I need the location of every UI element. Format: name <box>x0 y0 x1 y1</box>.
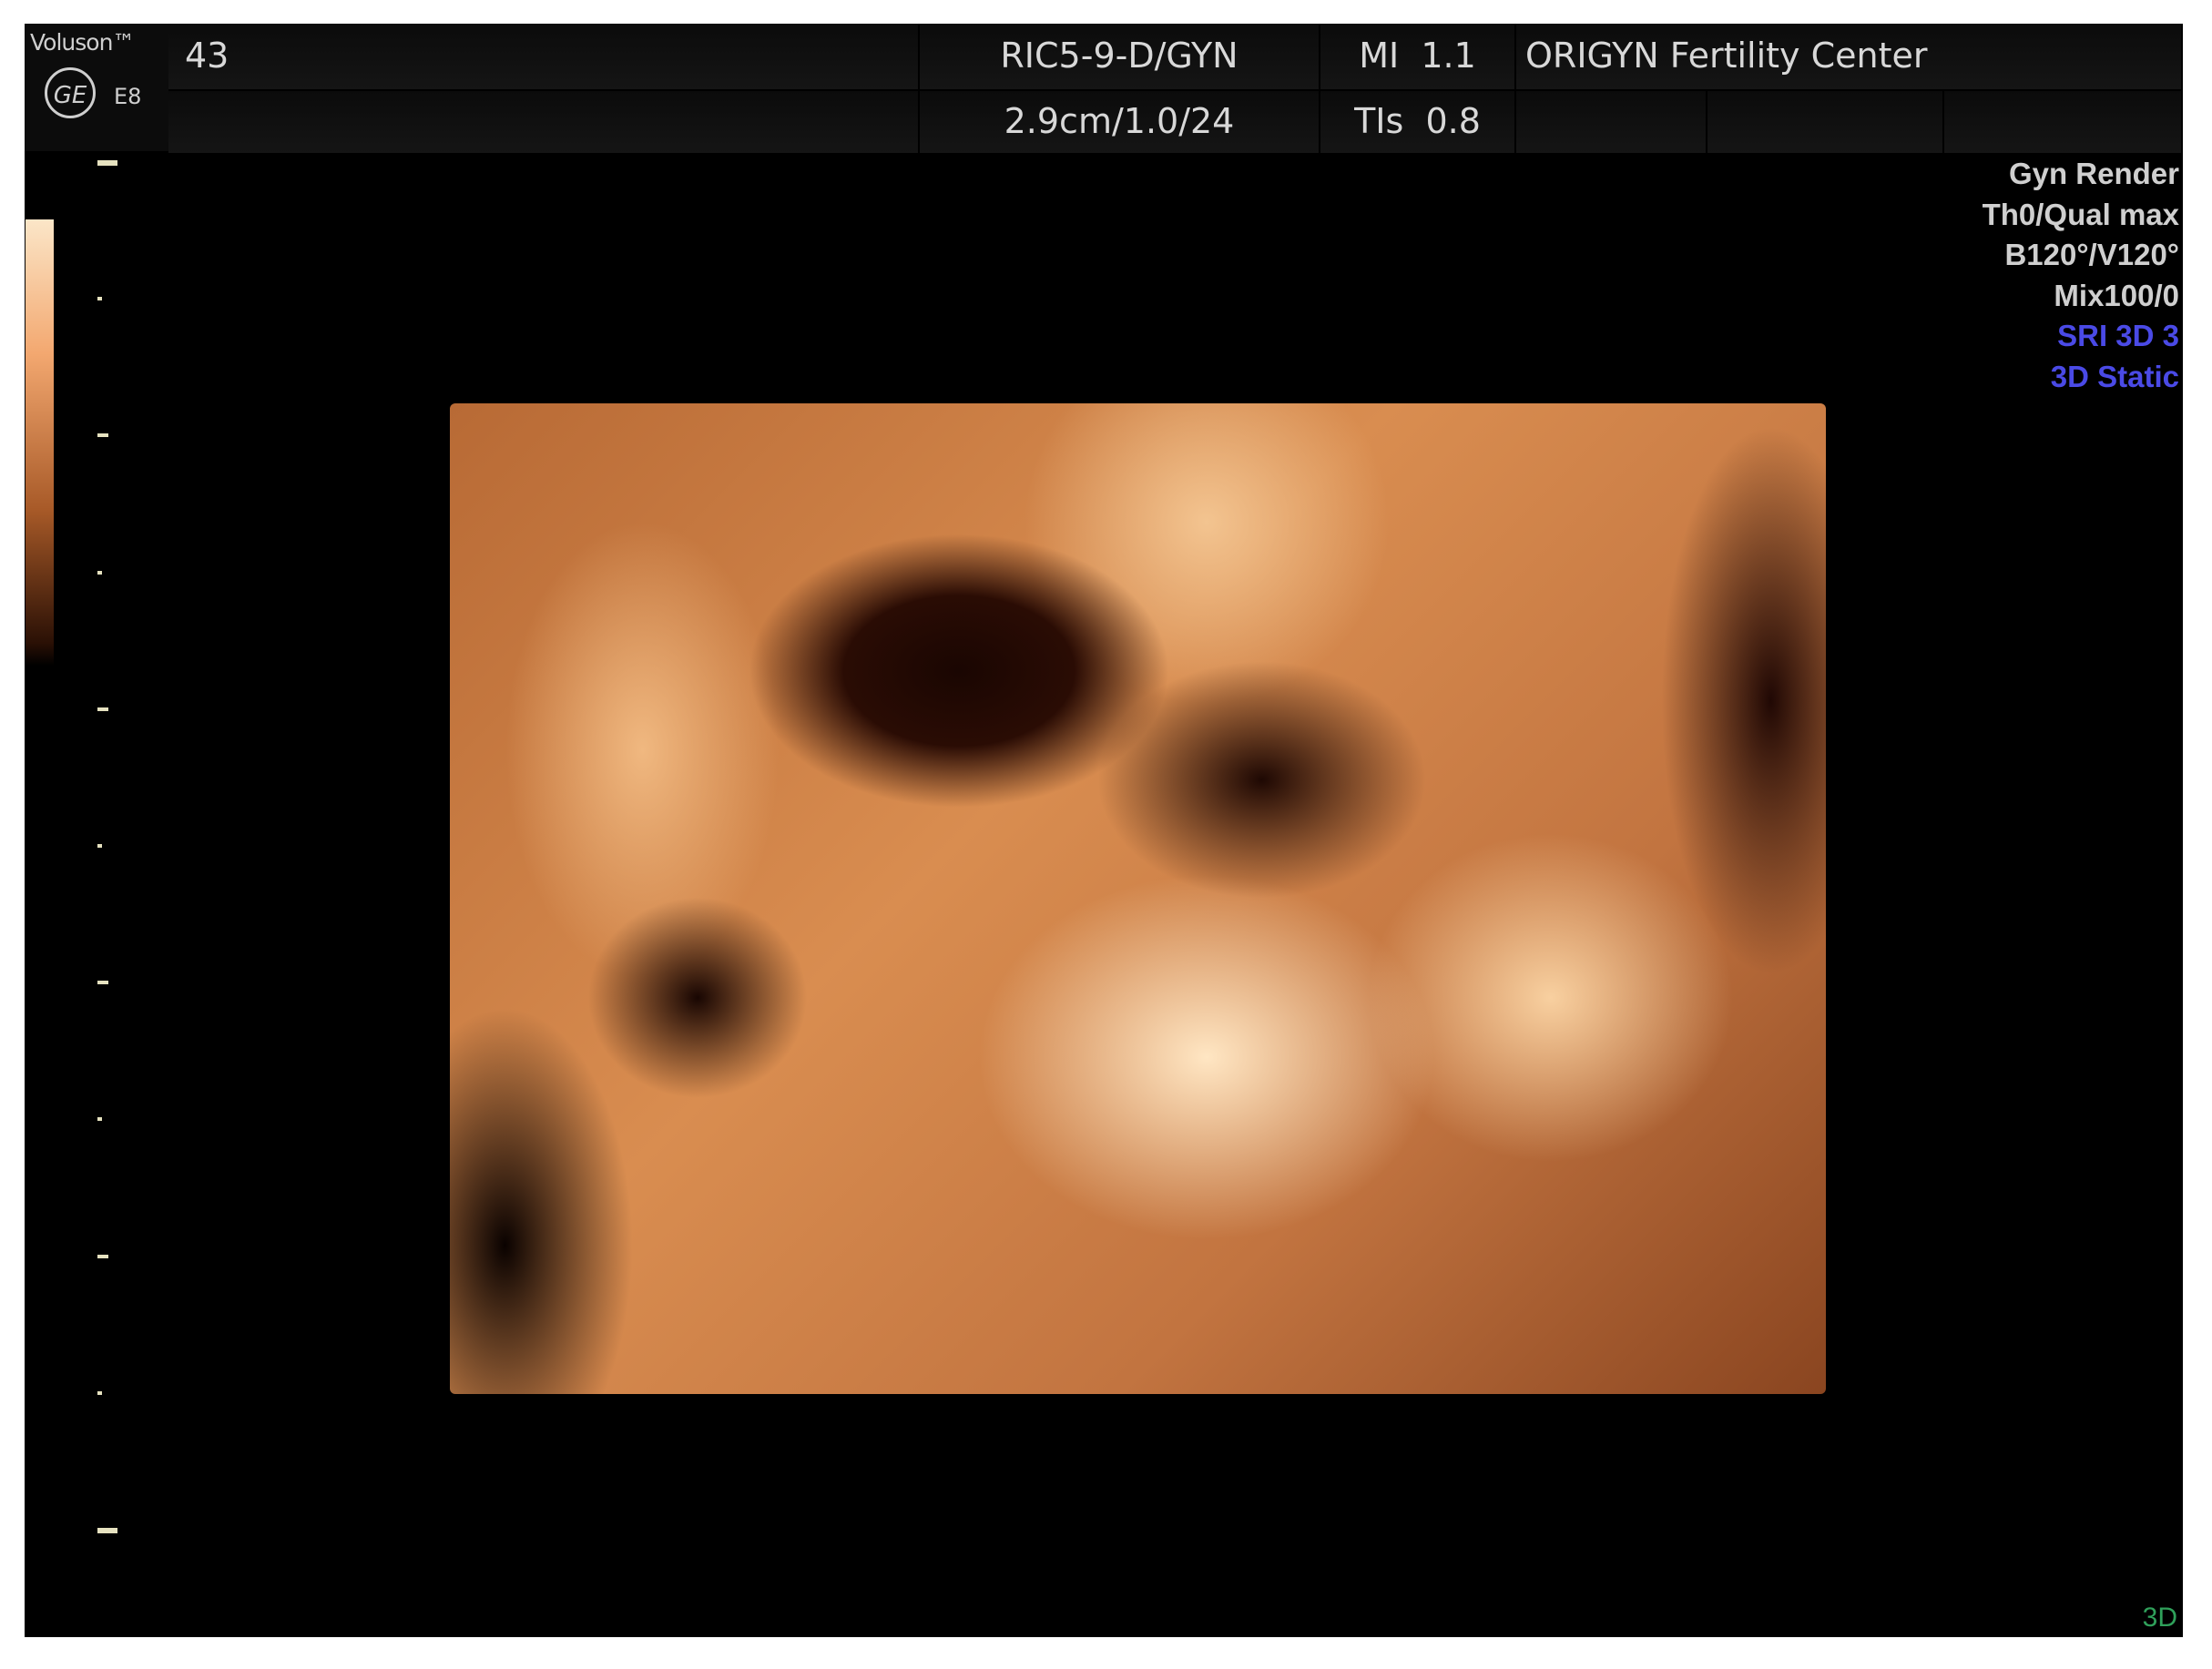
grayscale-bar <box>25 219 54 666</box>
param-line: Gyn Render <box>2008 157 2179 190</box>
render-params: Gyn Render Th0/Qual max B120°/V120° Mix1… <box>1983 154 2179 397</box>
ultrasound-screen: Voluson™ GE E8 43 RIC5-9-D/GYN 2.9cm/1.0… <box>25 24 2183 1637</box>
depth-tick <box>97 160 117 166</box>
mi-label: MI 1.1 <box>1320 24 1516 91</box>
tis-label: TIs 0.8 <box>1320 91 1516 155</box>
param-line: B120°/V120° <box>2004 238 2179 271</box>
probe-label: RIC5-9-D/GYN <box>920 24 1320 91</box>
depth-tick <box>97 297 102 301</box>
frame-rate: 43 <box>168 24 920 91</box>
depth-tick <box>97 1528 117 1533</box>
depth-tick <box>97 981 108 985</box>
header-blank <box>168 91 920 155</box>
depth-tick <box>97 844 102 848</box>
depth-tick <box>97 707 108 711</box>
depth-tick <box>97 1390 102 1395</box>
mode-indicator: 3D <box>2142 1603 2177 1633</box>
logo-panel: Voluson™ GE E8 <box>25 24 168 151</box>
param-line: Th0/Qual max <box>1982 197 2179 231</box>
depth-tick <box>97 1254 108 1258</box>
param-line: 3D Static <box>2050 359 2179 393</box>
param-line: Mix100/0 <box>2054 278 2179 312</box>
header-blank <box>1944 91 2183 155</box>
depth-tick <box>97 570 102 575</box>
depth-tick <box>97 433 108 438</box>
param-line: SRI 3D 3 <box>2057 319 2179 352</box>
depth-label: 2.9cm/1.0/24 <box>920 91 1320 155</box>
model-label: E8 <box>114 84 142 109</box>
brand-label: Voluson™ <box>30 29 135 56</box>
ge-logo-icon: GE <box>45 67 96 118</box>
institution-label: ORIGYN Fertility Center <box>1516 24 2183 91</box>
depth-tick <box>97 1117 102 1122</box>
3d-render-image[interactable] <box>450 403 1826 1394</box>
header-blank <box>1516 91 1707 155</box>
header-blank <box>1707 91 1944 155</box>
